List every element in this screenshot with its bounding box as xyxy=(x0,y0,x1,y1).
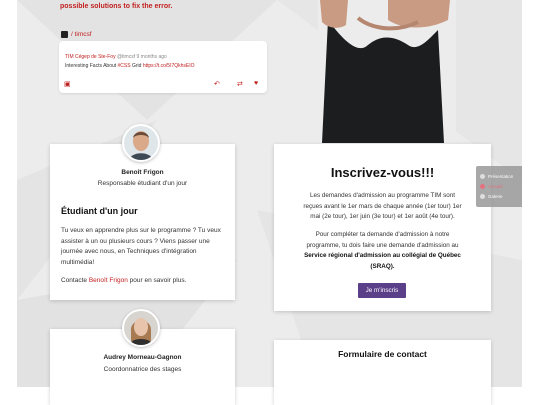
tweet-card: TIM Cégep de Ste-Foy @timcsf 9 months ag… xyxy=(59,41,267,93)
contact-benoit-link[interactable]: Benoît Frigon xyxy=(89,277,128,284)
inscription-button[interactable]: Je m'inscris xyxy=(358,283,406,298)
side-navigation: Présentation Accueil Galerie xyxy=(476,166,522,207)
contact-suffix: pour en savoir plus. xyxy=(127,277,187,284)
side-nav-label: Galerie xyxy=(488,194,503,199)
dates-line-2: reçues avant le 1er mars de chaque année… xyxy=(303,202,462,210)
dates-line-1: Les demandes d'admission au programme TI… xyxy=(310,192,455,199)
tweet-time[interactable]: 9 months ago xyxy=(137,54,167,60)
audrey-role: Coordonnatrice des stages xyxy=(103,366,182,373)
etudiant-line-1: Tu veux en apprendre plus sur le program… xyxy=(61,227,221,234)
tweet-meta: TIM Cégep de Ste-Foy @timcsf 9 months ag… xyxy=(65,54,167,60)
inscription-sraq: Pour compléter ta demande d'admission à … xyxy=(282,230,483,272)
side-nav-presentation[interactable]: Présentation xyxy=(480,174,513,179)
sraq-service-name: Service régional d'admission au collégia… xyxy=(304,252,461,259)
reply-icon[interactable]: ↶ xyxy=(214,80,220,88)
like-icon[interactable]: ♥ xyxy=(254,80,258,87)
page: possible solutions to fix the error. / t… xyxy=(0,0,540,405)
inscription-title: Inscrivez-vous!!! xyxy=(330,165,435,180)
side-nav-accueil[interactable]: Accueil xyxy=(480,184,503,189)
contact-form-title: Formulaire de contact xyxy=(338,349,427,359)
student-photo xyxy=(318,0,456,143)
sraq-line-1: Pour compléter ta demande d'admission à … xyxy=(315,231,450,238)
tweet-text-middle: Grid xyxy=(130,63,143,69)
error-message: possible solutions to fix the error. xyxy=(60,3,173,10)
nav-dot-active-icon xyxy=(480,184,485,189)
side-nav-label: Accueil xyxy=(488,184,503,189)
etudiant-line-3: journée avec nous, en Techniques d'intég… xyxy=(61,248,197,255)
benoit-role: Responsable étudiant d'un jour xyxy=(97,180,188,187)
contact-prefix: Contacte xyxy=(61,277,89,284)
nav-dot-icon xyxy=(480,194,485,199)
etudiant-description: Tu veux en apprendre plus sur le program… xyxy=(61,226,226,268)
twitter-icon xyxy=(61,31,68,38)
tweet-author[interactable]: TIM Cégep de Ste-Foy xyxy=(65,54,116,60)
side-nav-label: Présentation xyxy=(488,174,514,179)
sraq-line-2: programme, tu dois faire une demande d'a… xyxy=(306,241,459,249)
etudiant-line-2: assister à un ou plusieurs cours ? Viens… xyxy=(61,237,210,245)
etudiant-contact: Contacte Benoît Frigon pour en savoir pl… xyxy=(61,276,226,287)
tweet-text: Interesting Facts About #CSS Grid https:… xyxy=(65,63,195,69)
etudiant-line-4: multimédia! xyxy=(61,258,95,266)
avatar-benoit xyxy=(122,124,160,162)
dates-line-3: mai (2e tour), 1er juin (3e tour) et 1er… xyxy=(310,213,455,220)
tweet-text-prefix: Interesting Facts About xyxy=(65,63,118,69)
twitter-handle-label: / timcsf xyxy=(71,31,92,38)
inscription-dates: Les demandes d'admission au programme TI… xyxy=(282,191,483,223)
retweet-icon[interactable]: ⇄ xyxy=(237,80,243,88)
audrey-name: Audrey Morneau-Gagnon xyxy=(103,354,182,361)
image-icon[interactable]: ▣ xyxy=(64,80,71,88)
tweet-hashtag[interactable]: #CSS xyxy=(118,63,131,69)
avatar-audrey xyxy=(122,309,160,347)
tweet-account[interactable]: @timcsf xyxy=(117,54,135,60)
benoit-name: Benoît Frigon xyxy=(121,169,164,176)
side-nav-galerie[interactable]: Galerie xyxy=(480,194,503,199)
nav-dot-icon xyxy=(480,174,485,179)
etudiant-heading: Étudiant d'un jour xyxy=(61,206,138,216)
twitter-handle[interactable]: / timcsf xyxy=(61,31,92,38)
tweet-link[interactable]: https://t.co/5I7QkhsEIO xyxy=(143,63,195,69)
sraq-abbr: (SRAQ). xyxy=(370,262,395,270)
